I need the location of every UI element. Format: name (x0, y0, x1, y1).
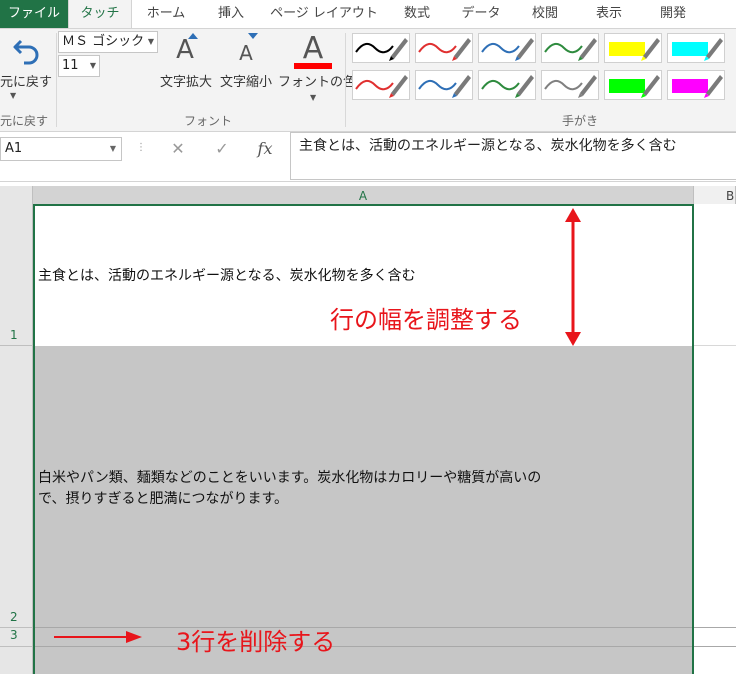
cell-a2-text-line2: で、摂りすぎると肥満につながります。 (38, 491, 289, 507)
ribbon-tabs: ファイル タッチ ホーム 挿入 ページ レイアウト 数式 データ 校閲 表示 開… (0, 0, 736, 28)
enter-button[interactable]: ✓ (204, 137, 240, 161)
pen-4[interactable] (541, 33, 599, 63)
pen-icon (355, 38, 408, 61)
group-label-handwriting: 手がき (562, 114, 599, 128)
font-color-swatch (294, 63, 332, 69)
annotation-delete-row: 3行を削除する (176, 628, 336, 656)
row-divider (0, 646, 33, 647)
formula-input[interactable]: 主食とは、活動のエネルギー源となる、炭水化物を多く含む (290, 132, 736, 180)
pen-icon (418, 75, 471, 98)
row-header-1[interactable]: 1 (0, 328, 32, 342)
arrow-down-icon (248, 33, 258, 39)
tab-review[interactable]: 校閲 (514, 0, 576, 28)
grow-font-label: 文字拡大 (160, 75, 213, 90)
group-label-font: フォント (184, 114, 233, 128)
undo-label: 元に戻す (0, 75, 53, 90)
row-divider (0, 627, 33, 628)
pen-2[interactable] (415, 33, 473, 63)
grow-font-icon: A (176, 35, 194, 65)
double-arrow-icon (565, 208, 581, 346)
pen-icon (481, 75, 534, 98)
font-size-value: 11 (62, 58, 79, 73)
highlighter-11[interactable] (604, 70, 662, 100)
row-header-column: 1 2 3 (0, 204, 33, 674)
cell-a2-text-line1: 白米やパン類、麺類などのことをいいます。炭水化物はカロリーや糖質が高いの (38, 470, 542, 486)
name-box[interactable]: A1 ▼ (0, 137, 122, 161)
annotation-row-height: 行の幅を調整する (330, 306, 522, 334)
group-divider (56, 33, 57, 127)
undo-icon (13, 39, 39, 65)
chevron-down-icon[interactable]: ▼ (90, 56, 96, 76)
tab-home[interactable]: ホーム (134, 0, 198, 28)
font-size-combo[interactable]: 11 ▼ (58, 55, 100, 77)
pen-icon (355, 75, 408, 98)
highlighter-icon (609, 38, 660, 61)
tab-touch[interactable]: タッチ (68, 0, 132, 28)
arrow-right-icon (54, 631, 142, 643)
highlighter-12[interactable] (667, 70, 725, 100)
pen-10[interactable] (541, 70, 599, 100)
highlighter-icon (672, 38, 723, 61)
chevron-down-icon[interactable]: ▼ (148, 32, 154, 52)
tab-insert[interactable]: 挿入 (200, 0, 262, 28)
tab-file[interactable]: ファイル (0, 0, 68, 28)
row-divider (0, 345, 33, 346)
chevron-down-icon: ▼ (10, 91, 17, 100)
cancel-button[interactable]: ✕ (160, 137, 196, 161)
chevron-down-icon[interactable]: ▼ (310, 93, 316, 102)
group-label-undo: 元に戻す (0, 114, 49, 128)
more-icon[interactable]: ⋮ (136, 142, 146, 153)
pen-9[interactable] (478, 70, 536, 100)
tab-view[interactable]: 表示 (578, 0, 640, 28)
highlighter-icon (672, 75, 723, 98)
highlighter-6[interactable] (667, 33, 725, 63)
column-header-b[interactable]: B (694, 186, 736, 204)
font-color-icon: A (302, 31, 324, 66)
pen-icon (544, 75, 597, 98)
row-header-2[interactable]: 2 (0, 610, 32, 624)
pen-7[interactable] (352, 70, 410, 100)
pen-8[interactable] (415, 70, 473, 100)
column-header-a[interactable]: A (33, 186, 694, 204)
tab-data[interactable]: データ (450, 0, 512, 28)
cell-a1-text: 主食とは、活動のエネルギー源となる、炭水化物を多く含む (38, 268, 416, 284)
formula-bar: A1 ▼ ⋮ ✕ ✓ fx 主食とは、活動のエネルギー源となる、炭水化物を多く含… (0, 132, 736, 182)
pen-icon (481, 38, 534, 61)
chevron-down-icon[interactable]: ▼ (110, 138, 116, 160)
font-name-value: ＭＳ ゴシック (62, 34, 145, 49)
pen-icon (418, 38, 471, 61)
font-name-combo[interactable]: ＭＳ ゴシック ▼ (58, 31, 158, 53)
pen-1[interactable] (352, 33, 410, 63)
tab-developer[interactable]: 開発 (642, 0, 704, 28)
tab-formulas[interactable]: 数式 (386, 0, 448, 28)
arrow-up-icon (188, 33, 198, 39)
select-all-corner[interactable] (0, 186, 33, 204)
pen-icon (544, 38, 597, 61)
shrink-font-label: 文字縮小 (220, 75, 273, 90)
pen-3[interactable] (478, 33, 536, 63)
highlighter-icon (609, 75, 660, 98)
shrink-font-icon: A (239, 41, 253, 65)
tab-page-layout[interactable]: ページ レイアウト (264, 0, 384, 28)
insert-function-button[interactable]: fx (248, 137, 282, 161)
group-divider (345, 33, 346, 127)
highlighter-5[interactable] (604, 33, 662, 63)
row-header-3[interactable]: 3 (0, 628, 32, 642)
ribbon: 元に戻す ▼ 元に戻す ＭＳ ゴシック ▼ 11 ▼ A 文字拡大 A 文字縮小… (0, 28, 736, 132)
name-box-value: A1 (5, 141, 23, 156)
row-divider (694, 345, 736, 346)
